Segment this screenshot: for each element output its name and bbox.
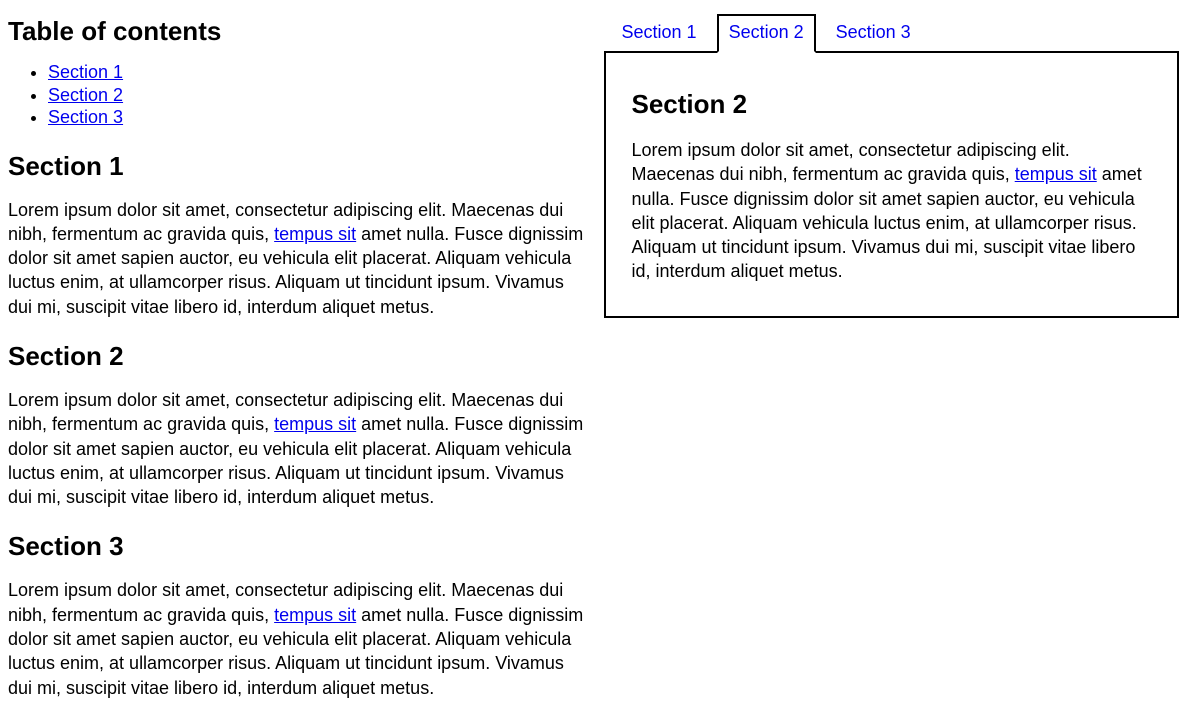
section-3-heading: Section 3 bbox=[8, 531, 584, 562]
toc-item: Section 2 bbox=[48, 84, 584, 107]
section-2-link[interactable]: tempus sit bbox=[274, 414, 356, 434]
section-3-body: Lorem ipsum dolor sit amet, consectetur … bbox=[8, 578, 584, 699]
toc-link-section-1[interactable]: Section 1 bbox=[48, 62, 123, 82]
section-2-body: Lorem ipsum dolor sit amet, consectetur … bbox=[8, 388, 584, 509]
toc-item: Section 3 bbox=[48, 106, 584, 129]
toc-list: Section 1 Section 2 Section 3 bbox=[8, 61, 584, 129]
toc-item: Section 1 bbox=[48, 61, 584, 84]
tab-panel-heading: Section 2 bbox=[632, 89, 1152, 120]
right-column: Section 1 Section 2 Section 3 Section 2 … bbox=[604, 8, 1180, 710]
toc-link-section-2[interactable]: Section 2 bbox=[48, 85, 123, 105]
tab-section-2[interactable]: Section 2 bbox=[717, 14, 816, 53]
section-2-heading: Section 2 bbox=[8, 341, 584, 372]
tabs: Section 1 Section 2 Section 3 bbox=[610, 14, 1180, 51]
tab-section-1[interactable]: Section 1 bbox=[610, 14, 709, 51]
section-1-link[interactable]: tempus sit bbox=[274, 224, 356, 244]
section-1-body: Lorem ipsum dolor sit amet, consectetur … bbox=[8, 198, 584, 319]
tab-panel: Section 2 Lorem ipsum dolor sit amet, co… bbox=[604, 51, 1180, 318]
tab-panel-text-pre: Lorem ipsum dolor sit amet, consectetur … bbox=[632, 140, 1070, 184]
toc-title: Table of contents bbox=[8, 16, 584, 47]
section-1-heading: Section 1 bbox=[8, 151, 584, 182]
left-column: Table of contents Section 1 Section 2 Se… bbox=[8, 8, 584, 710]
tab-panel-link[interactable]: tempus sit bbox=[1015, 164, 1097, 184]
tab-section-3[interactable]: Section 3 bbox=[824, 14, 923, 51]
tab-panel-body: Lorem ipsum dolor sit amet, consectetur … bbox=[632, 138, 1152, 284]
toc-link-section-3[interactable]: Section 3 bbox=[48, 107, 123, 127]
